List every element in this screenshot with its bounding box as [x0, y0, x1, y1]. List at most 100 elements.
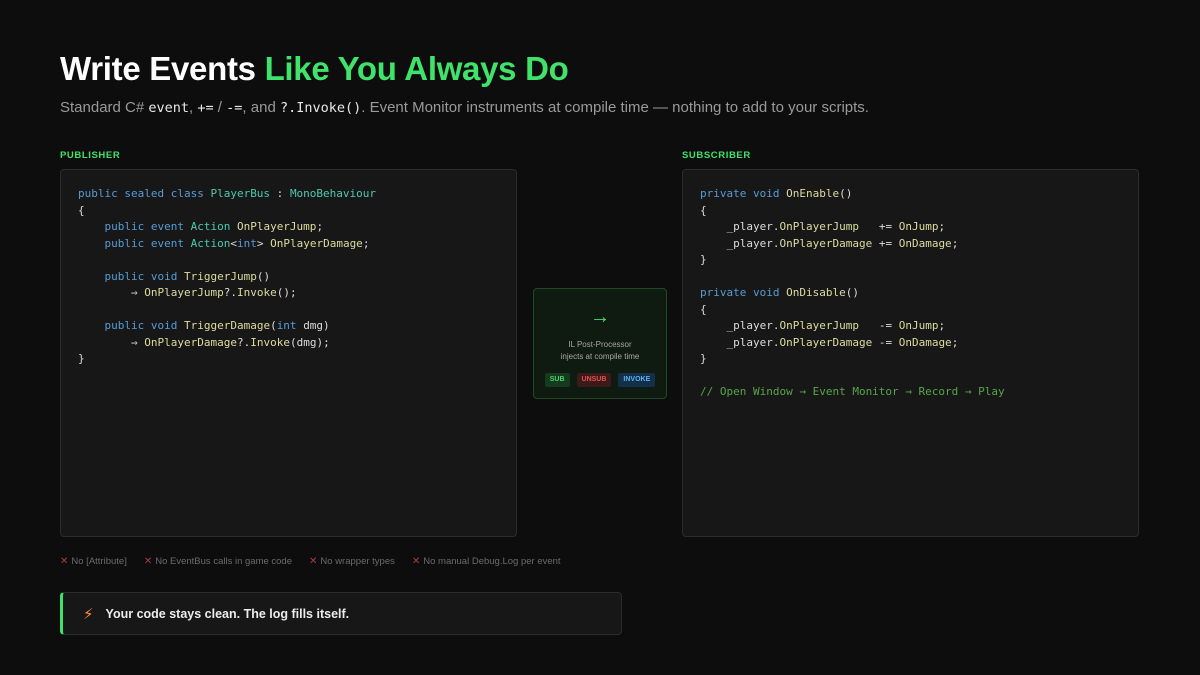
- processor-description: injects at compile time: [560, 352, 640, 361]
- code-token: ;: [938, 319, 946, 332]
- code-token: +=: [858, 220, 899, 233]
- not-required-label: No wrapper types: [320, 556, 395, 567]
- not-required-label: No EventBus calls in game code: [155, 556, 293, 567]
- code-token: (): [256, 269, 271, 283]
- code-line: private void OnDisable(): [700, 285, 1121, 302]
- code-line: public event Action OnPlayerJump;: [78, 219, 499, 236]
- code-line: public void TriggerJump(): [78, 269, 499, 286]
- code-token: ;: [362, 236, 370, 250]
- code-token: ⇒: [78, 335, 145, 349]
- code-token: +=: [872, 236, 899, 250]
- processor-title: IL Post-Processor: [568, 340, 632, 349]
- code-token: public void: [78, 319, 184, 332]
- code-line: public sealed class PlayerBus : MonoBeha…: [78, 186, 499, 203]
- code-token: TriggerDamage: [183, 319, 271, 332]
- code-token: OnPlayerDamage: [779, 236, 873, 250]
- code-line: private void OnEnable(): [700, 186, 1121, 203]
- code-token: _player.: [700, 236, 780, 250]
- code-token: ?.: [223, 286, 237, 299]
- code-token: private void: [700, 286, 787, 299]
- not-required-label: No manual Debug.Log per event: [423, 556, 561, 567]
- code-token: ;: [938, 220, 946, 233]
- subtitle-text: Standard C#: [60, 99, 149, 116]
- code-line: ⇒ OnPlayerJump?.Invoke();: [78, 285, 499, 302]
- code-token: }: [700, 253, 707, 266]
- hook-badges: SUB UNSUB INVOKE: [534, 373, 666, 387]
- code-token: {: [78, 203, 85, 217]
- subscriber-code-panel: private void OnEnable(){ _player.OnPlaye…: [682, 169, 1139, 537]
- code-token: -=: [872, 335, 899, 349]
- title-accent: Like You Always Do: [264, 50, 569, 87]
- clean-code-callout: ⚡ Your code stays clean. The log fills i…: [60, 592, 622, 635]
- sub-badge: SUB: [544, 373, 570, 387]
- subscriber-label: SUBSCRIBER: [682, 150, 751, 161]
- code-token: OnJump: [898, 220, 939, 233]
- inline-code: event: [148, 100, 190, 116]
- code-token: OnDisable: [786, 286, 846, 299]
- code-token: Action: [190, 236, 231, 250]
- code-token: _player.: [700, 319, 780, 332]
- code-token: }: [78, 352, 85, 365]
- arrow-right-icon: →: [590, 306, 610, 328]
- code-token: OnPlayerJump: [144, 286, 224, 299]
- code-token: MonoBehaviour: [289, 187, 377, 200]
- code-token: ;: [951, 335, 959, 349]
- code-token: OnPlayerDamage: [270, 236, 363, 250]
- x-icon: ✕: [309, 556, 318, 567]
- code-token: OnEnable: [786, 187, 840, 200]
- code-token: public event: [78, 236, 191, 250]
- code-line: _player.OnPlayerJump -= OnJump;: [700, 318, 1121, 335]
- publisher-label: PUBLISHER: [60, 150, 121, 161]
- code-token: Action: [190, 220, 237, 233]
- code-line: ⇒ OnPlayerDamage?.Invoke(dmg);: [78, 335, 499, 352]
- subtitle-text: . Event Monitor instruments at compile t…: [361, 99, 869, 116]
- code-token: {: [700, 302, 707, 316]
- code-token: dmg): [303, 319, 330, 332]
- page-title: Write Events Like You Always Do: [60, 50, 569, 88]
- code-token: (dmg);: [289, 335, 330, 349]
- code-line: {: [700, 203, 1121, 220]
- title-main: Write Events: [60, 50, 265, 87]
- code-token: }: [700, 352, 707, 365]
- code-line: }: [700, 351, 1121, 368]
- code-line: }: [700, 252, 1121, 269]
- code-token: int: [236, 236, 257, 250]
- code-token: (: [270, 319, 277, 332]
- x-icon: ✕: [411, 556, 421, 567]
- inline-code: -=: [226, 100, 243, 116]
- code-line: }: [78, 351, 499, 368]
- x-icon: ✕: [143, 556, 153, 567]
- inline-code: ?.Invoke(): [279, 100, 362, 116]
- code-line: public void TriggerDamage(int dmg): [78, 318, 499, 335]
- not-required-item: ✕ No wrapper types: [309, 556, 395, 567]
- code-token: public void: [78, 269, 184, 283]
- code-token: OnDamage: [898, 335, 952, 349]
- il-processor-card: → IL Post-Processor injects at compile t…: [533, 288, 667, 399]
- subtitle-text: , and: [242, 99, 280, 116]
- processor-caption: IL Post-Processor injects at compile tim…: [534, 339, 666, 363]
- code-line: _player.OnPlayerDamage -= OnDamage;: [700, 335, 1121, 352]
- subtitle-text: /: [213, 99, 227, 116]
- code-token: OnPlayerDamage: [779, 335, 873, 349]
- code-token: private void: [700, 187, 787, 200]
- code-token: public event: [78, 220, 191, 233]
- code-line: {: [700, 302, 1121, 319]
- code-token: :: [270, 187, 290, 200]
- code-token: int: [276, 319, 304, 332]
- invoke-badge: INVOKE: [618, 373, 656, 387]
- not-required-list: ✕ No [Attribute] ✕ No EventBus calls in ga…: [60, 556, 561, 567]
- code-token: PlayerBus: [210, 187, 271, 200]
- not-required-item: ✕ No manual Debug.Log per event: [412, 556, 561, 567]
- code-token: <: [230, 236, 237, 250]
- code-token: -=: [858, 319, 899, 332]
- inline-code: +=: [197, 100, 214, 116]
- code-line: {: [78, 203, 499, 220]
- callout-text: Your code stays clean. The log fills its…: [105, 606, 350, 621]
- not-required-label: No [Attribute]: [71, 556, 127, 567]
- code-token: OnPlayerJump: [236, 220, 317, 233]
- code-token: >: [256, 236, 271, 250]
